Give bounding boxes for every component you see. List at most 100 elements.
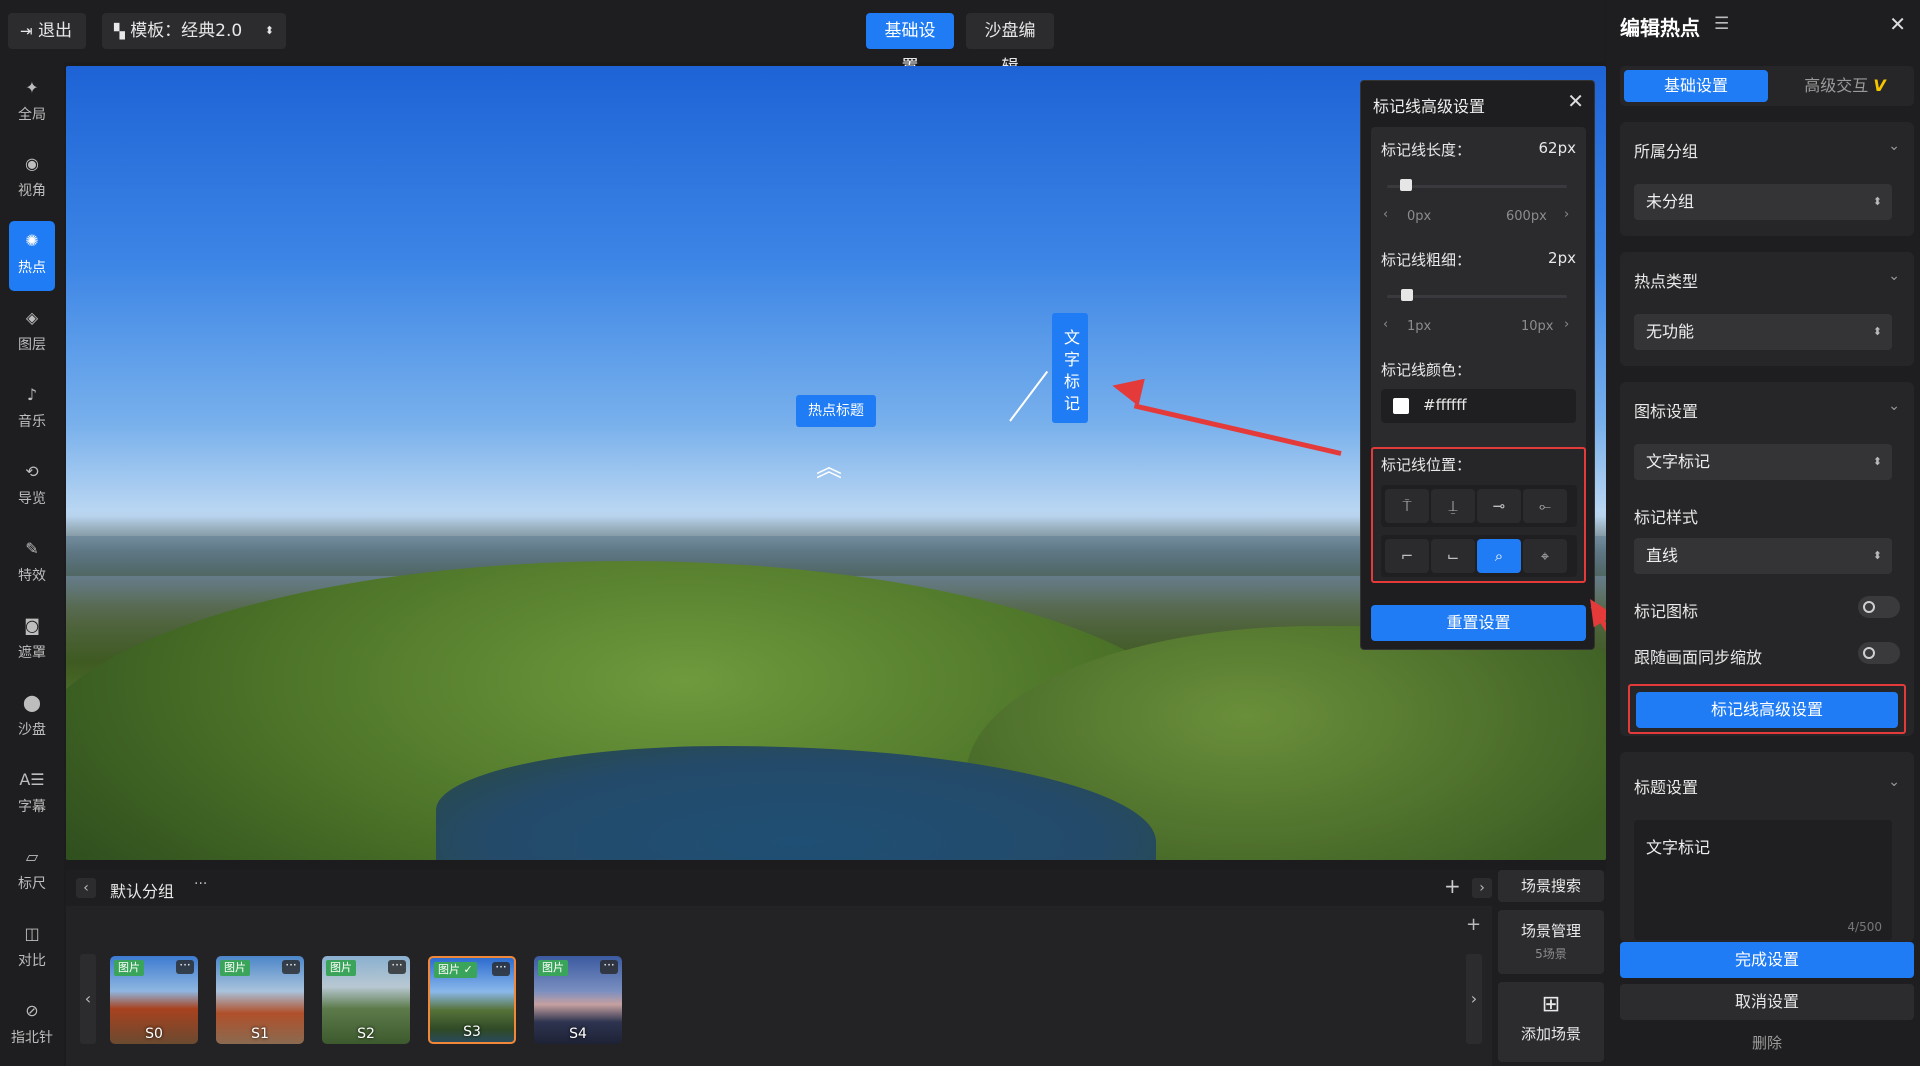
group-next-button[interactable]: ›: [1472, 878, 1492, 898]
scene-prev-button[interactable]: ‹: [80, 954, 96, 1044]
hotspot-arrow-icon[interactable]: ︽: [816, 455, 842, 481]
location-pin-icon: ⬤: [23, 693, 41, 712]
hotspot-title-tag[interactable]: 热点标题: [796, 395, 876, 427]
thickness-min: 1px: [1407, 319, 1432, 334]
panel-title: 编辑热点: [1620, 16, 1700, 40]
title-text: 文字标记: [1646, 838, 1711, 857]
marker-line-advanced-button[interactable]: 标记线高级设置: [1636, 692, 1898, 728]
updown-icon: ⬍: [264, 24, 274, 37]
nav-effects[interactable]: ✎ 特效: [9, 529, 55, 599]
exit-button[interactable]: ⇥ 退出: [8, 13, 86, 49]
scene-next-button[interactable]: ›: [1466, 954, 1482, 1044]
more-icon[interactable]: ···: [492, 961, 510, 976]
scene-manage-button[interactable]: 场景管理 5场景: [1498, 910, 1604, 974]
scene-thumbnail[interactable]: 图片 ··· S1: [216, 956, 304, 1044]
length-decrease-icon[interactable]: ‹: [1383, 207, 1388, 222]
template-icon: ▚: [114, 24, 125, 40]
title-textarea[interactable]: 文字标记 4/500: [1634, 820, 1892, 940]
nav-subtitle[interactable]: A☰ 字幕: [9, 760, 55, 830]
marker-style-select[interactable]: 直线 ⬍: [1634, 538, 1892, 574]
add-scene-plus-icon[interactable]: +: [1466, 914, 1481, 935]
nav-tour[interactable]: ⟲ 导览: [9, 452, 55, 522]
tab-basic[interactable]: 基础设置: [1624, 70, 1768, 102]
tab-basic-settings[interactable]: 基础设置: [866, 13, 954, 77]
more-icon[interactable]: ···: [600, 959, 618, 974]
scene-thumbnail[interactable]: 图片 ··· S0: [110, 956, 198, 1044]
nav-hotspot[interactable]: ✺ 热点: [9, 221, 55, 291]
position-bottom-left-button[interactable]: ⌙: [1431, 539, 1475, 573]
chevron-down-icon[interactable]: ⌄: [1888, 774, 1900, 790]
chevron-down-icon[interactable]: ⌄: [1888, 138, 1900, 154]
nav-ruler[interactable]: ▱ 标尺: [9, 837, 55, 907]
more-icon[interactable]: ···: [282, 959, 300, 974]
length-min: 0px: [1407, 209, 1432, 224]
template-select[interactable]: ▚ 模板：经典2.0 ⬍: [102, 13, 286, 49]
nav-mask[interactable]: ◙ 遮罩: [9, 606, 55, 676]
nav-view[interactable]: ◉ 视角: [9, 144, 55, 214]
scene-search-button[interactable]: 场景搜索: [1498, 870, 1604, 902]
collapse-icon[interactable]: ☰: [1714, 14, 1729, 34]
icon-select[interactable]: 文字标记 ⬍: [1634, 444, 1892, 480]
chevron-down-icon[interactable]: ⌄: [1888, 268, 1900, 284]
nav-compass[interactable]: ⊘ 指北针: [9, 991, 55, 1061]
scene-name: S2: [357, 1026, 375, 1042]
updown-icon: ⬍: [1872, 549, 1882, 562]
tab-advanced[interactable]: 高级交互 V: [1780, 70, 1910, 102]
thickness-increase-icon[interactable]: ›: [1564, 317, 1569, 332]
nav-sandbox[interactable]: ⬤ 沙盘: [9, 683, 55, 753]
type-select[interactable]: 无功能 ⬍: [1634, 314, 1892, 350]
done-settings-button[interactable]: 完成设置: [1620, 942, 1914, 978]
nav-global[interactable]: ✦ 全局: [9, 68, 55, 138]
scene-strip: ‹ 默认分组 ··· + › 场景搜索 ‹ › + 图片 ··· S0 图片 ··· S…: [66, 870, 1606, 1066]
group-name[interactable]: 默认分组: [110, 878, 174, 902]
thickness-slider[interactable]: [1387, 295, 1567, 298]
global-icon: ✦: [25, 78, 39, 97]
length-slider[interactable]: [1387, 185, 1567, 188]
nav-label: 图层: [18, 337, 46, 353]
nav-music[interactable]: ♪ 音乐: [9, 375, 55, 445]
marker-icon-label: 标记图标: [1634, 602, 1699, 621]
hotspot-icon: ✺: [25, 231, 39, 250]
scene-manage-label: 场景管理: [1520, 922, 1581, 940]
group-more-icon[interactable]: ···: [194, 876, 207, 892]
thickness-decrease-icon[interactable]: ‹: [1383, 317, 1388, 332]
length-increase-icon[interactable]: ›: [1564, 207, 1569, 222]
nav-layers[interactable]: ◈ 图层: [9, 298, 55, 368]
color-field[interactable]: #ffffff: [1381, 389, 1576, 423]
delete-button[interactable]: 删除: [1620, 1032, 1914, 1053]
thickness-slider-thumb[interactable]: [1400, 289, 1413, 301]
scene-name: S0: [145, 1026, 163, 1042]
scene-thumbnail[interactable]: 图片 ··· S2: [322, 956, 410, 1044]
cancel-settings-button[interactable]: 取消设置: [1620, 984, 1914, 1020]
reset-settings-button[interactable]: 重置设置: [1371, 605, 1586, 641]
close-icon[interactable]: ✕: [1889, 12, 1906, 36]
length-slider-thumb[interactable]: [1399, 179, 1412, 191]
color-swatch[interactable]: [1393, 398, 1409, 414]
position-right-button[interactable]: ⟜: [1523, 489, 1567, 523]
more-icon[interactable]: ···: [388, 959, 406, 974]
tab-sandbox-edit[interactable]: 沙盘编辑: [966, 13, 1054, 77]
scene-tag: 图片 ✓: [434, 962, 477, 978]
position-left-button[interactable]: ⊸: [1477, 489, 1521, 523]
position-top-right-button[interactable]: ⌖: [1523, 539, 1567, 573]
close-icon[interactable]: ✕: [1567, 89, 1584, 113]
position-top-left-button[interactable]: ⌐: [1385, 539, 1429, 573]
nav-label: 热点: [18, 260, 46, 276]
add-group-icon[interactable]: +: [1444, 874, 1461, 898]
more-icon[interactable]: ···: [176, 959, 194, 974]
text-marker-hotspot[interactable]: 文字标记: [1052, 313, 1088, 423]
scene-thumbnail-selected[interactable]: 图片 ✓ ··· S3: [428, 956, 516, 1044]
eye-icon: ◉: [25, 154, 39, 173]
position-top-button[interactable]: ⍑: [1385, 489, 1429, 523]
add-scene-button[interactable]: ⊞ 添加场景: [1498, 982, 1604, 1062]
position-bottom-right-button[interactable]: ⌕: [1477, 539, 1521, 573]
nav-compare[interactable]: ◫ 对比: [9, 914, 55, 984]
sync-zoom-toggle[interactable]: [1858, 642, 1900, 664]
chevron-down-icon[interactable]: ⌄: [1888, 398, 1900, 414]
position-bottom-button[interactable]: ⍊: [1431, 489, 1475, 523]
scene-thumbnail[interactable]: 图片 ··· S4: [534, 956, 622, 1044]
group-prev-button[interactable]: ‹: [76, 878, 96, 898]
group-select[interactable]: 未分组 ⬍: [1634, 184, 1892, 220]
thickness-value: 2px: [1548, 249, 1576, 267]
marker-icon-toggle[interactable]: [1858, 596, 1900, 618]
